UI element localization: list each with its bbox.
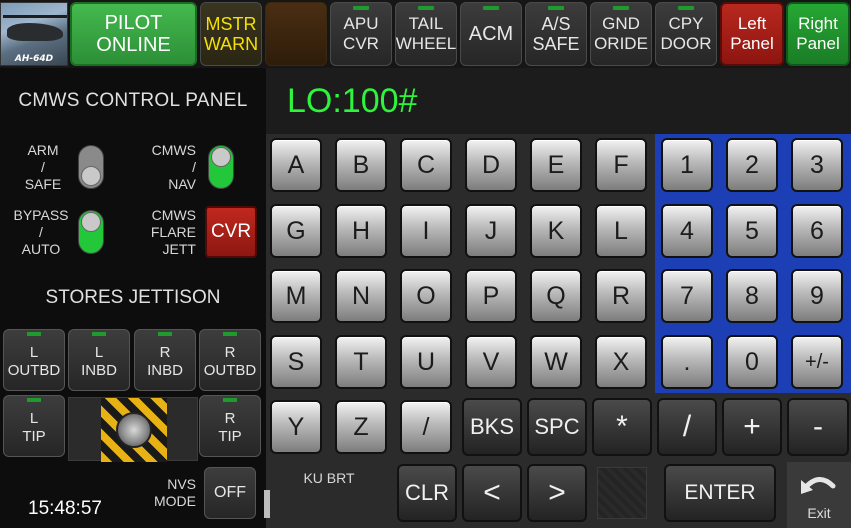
cursor-left-button[interactable]: < [462, 464, 522, 522]
minus-button[interactable]: - [787, 398, 849, 456]
divide-button[interactable]: / [657, 398, 717, 456]
key-k[interactable]: K [530, 204, 582, 258]
undo-arrow-icon [801, 477, 836, 494]
space-button[interactable]: SPC [527, 398, 587, 456]
key-s[interactable]: S [270, 335, 322, 389]
master-warning-button[interactable]: MSTR WARN [200, 2, 262, 66]
key-t[interactable]: T [335, 335, 387, 389]
clear-button[interactable]: CLR [397, 464, 457, 522]
cmws-nav-toggle[interactable] [208, 145, 234, 189]
key-i[interactable]: I [400, 204, 452, 258]
canopy-door-button[interactable]: CPY DOOR [655, 2, 717, 66]
knob-icon [116, 412, 152, 448]
key-2[interactable]: 2 [726, 138, 778, 192]
key-6[interactable]: 6 [791, 204, 843, 258]
arm-safe-toggle[interactable] [78, 145, 104, 189]
key-z[interactable]: Z [335, 400, 387, 454]
key-d[interactable]: D [465, 138, 517, 192]
key-q[interactable]: Q [530, 269, 582, 323]
emergency-jettison-knob[interactable] [68, 397, 198, 462]
nvs-mode-button[interactable]: OFF [204, 467, 256, 519]
ku-brightness-slider[interactable] [264, 490, 270, 518]
bypass-auto-label: BYPASS / AUTO [13, 207, 69, 257]
as-safe-button[interactable]: A/S SAFE [525, 2, 587, 66]
bypass-auto-toggle[interactable] [78, 210, 104, 254]
ku-brt-label: KU BRT [303, 470, 355, 486]
cmws-nav-label: CMWS / NAV [151, 142, 196, 192]
key-r[interactable]: R [595, 269, 647, 323]
key-m[interactable]: M [270, 269, 322, 323]
key-decimal[interactable]: . [661, 335, 713, 389]
key-c[interactable]: C [400, 138, 452, 192]
key-slash[interactable]: / [400, 400, 452, 454]
plus-button[interactable]: + [722, 398, 782, 456]
apu-cover-button[interactable]: APU CVR [330, 2, 392, 66]
key-x[interactable]: X [595, 335, 647, 389]
key-p[interactable]: P [465, 269, 517, 323]
cmws-panel-title: CMWS CONTROL PANEL [18, 90, 248, 111]
key-5[interactable]: 5 [726, 204, 778, 258]
key-7[interactable]: 7 [661, 269, 713, 323]
key-o[interactable]: O [400, 269, 452, 323]
key-v[interactable]: V [465, 335, 517, 389]
key-f[interactable]: F [595, 138, 647, 192]
status-led [613, 6, 629, 10]
key-9[interactable]: 9 [791, 269, 843, 323]
key-l[interactable]: L [595, 204, 647, 258]
status-led [418, 6, 434, 10]
blank-key [597, 467, 647, 519]
r-tip-button[interactable]: R TIP [199, 395, 261, 457]
key-u[interactable]: U [400, 335, 452, 389]
clock: 15:48:57 [28, 498, 102, 519]
tail-wheel-button[interactable]: TAIL WHEEL [395, 2, 457, 66]
multiply-button[interactable]: * [592, 398, 652, 456]
l-inbd-button[interactable]: L INBD [68, 329, 130, 391]
key-w[interactable]: W [530, 335, 582, 389]
key-4[interactable]: 4 [661, 204, 713, 258]
l-outbd-button[interactable]: L OUTBD [3, 329, 65, 391]
status-led [353, 6, 369, 10]
stores-jettison-title: STORES JETTISON [45, 287, 221, 308]
backspace-button[interactable]: BKS [462, 398, 522, 456]
exit-button[interactable]: Exit [787, 462, 851, 528]
l-tip-button[interactable]: L TIP [3, 395, 65, 457]
gnd-oride-button[interactable]: GND ORIDE [590, 2, 652, 66]
right-panel-button[interactable]: Right Panel [786, 2, 850, 66]
key-1[interactable]: 1 [661, 138, 713, 192]
blank-button[interactable] [265, 2, 327, 66]
status-led [548, 6, 564, 10]
key-e[interactable]: E [530, 138, 582, 192]
key-n[interactable]: N [335, 269, 387, 323]
key-y[interactable]: Y [270, 400, 322, 454]
key-a[interactable]: A [270, 138, 322, 192]
key-8[interactable]: 8 [726, 269, 778, 323]
cursor-right-button[interactable]: > [527, 464, 587, 522]
status-led [483, 6, 499, 10]
aircraft-logo: AH-64D [0, 2, 68, 66]
pilot-online-button[interactable]: PILOT ONLINE [70, 2, 197, 66]
nvs-mode-label: NVS MODE [154, 476, 196, 509]
key-b[interactable]: B [335, 138, 387, 192]
scratchpad-text: LO:100# [287, 82, 418, 120]
key-0[interactable]: 0 [726, 335, 778, 389]
cmws-flare-jett-label: CMWS FLARE JETT [150, 207, 196, 257]
key-j[interactable]: J [465, 204, 517, 258]
acm-button[interactable]: ACM [460, 2, 522, 66]
r-outbd-button[interactable]: R OUTBD [199, 329, 261, 391]
r-inbd-button[interactable]: R INBD [134, 329, 196, 391]
enter-button[interactable]: ENTER [664, 464, 776, 522]
status-led [678, 6, 694, 10]
arm-safe-label: ARM / SAFE [24, 142, 62, 192]
left-panel-button[interactable]: Left Panel [720, 2, 784, 66]
key-h[interactable]: H [335, 204, 387, 258]
key-3[interactable]: 3 [791, 138, 843, 192]
flare-jett-cover-button[interactable]: CVR [205, 206, 257, 258]
key-g[interactable]: G [270, 204, 322, 258]
key-plus-minus[interactable]: +/- [791, 335, 843, 389]
